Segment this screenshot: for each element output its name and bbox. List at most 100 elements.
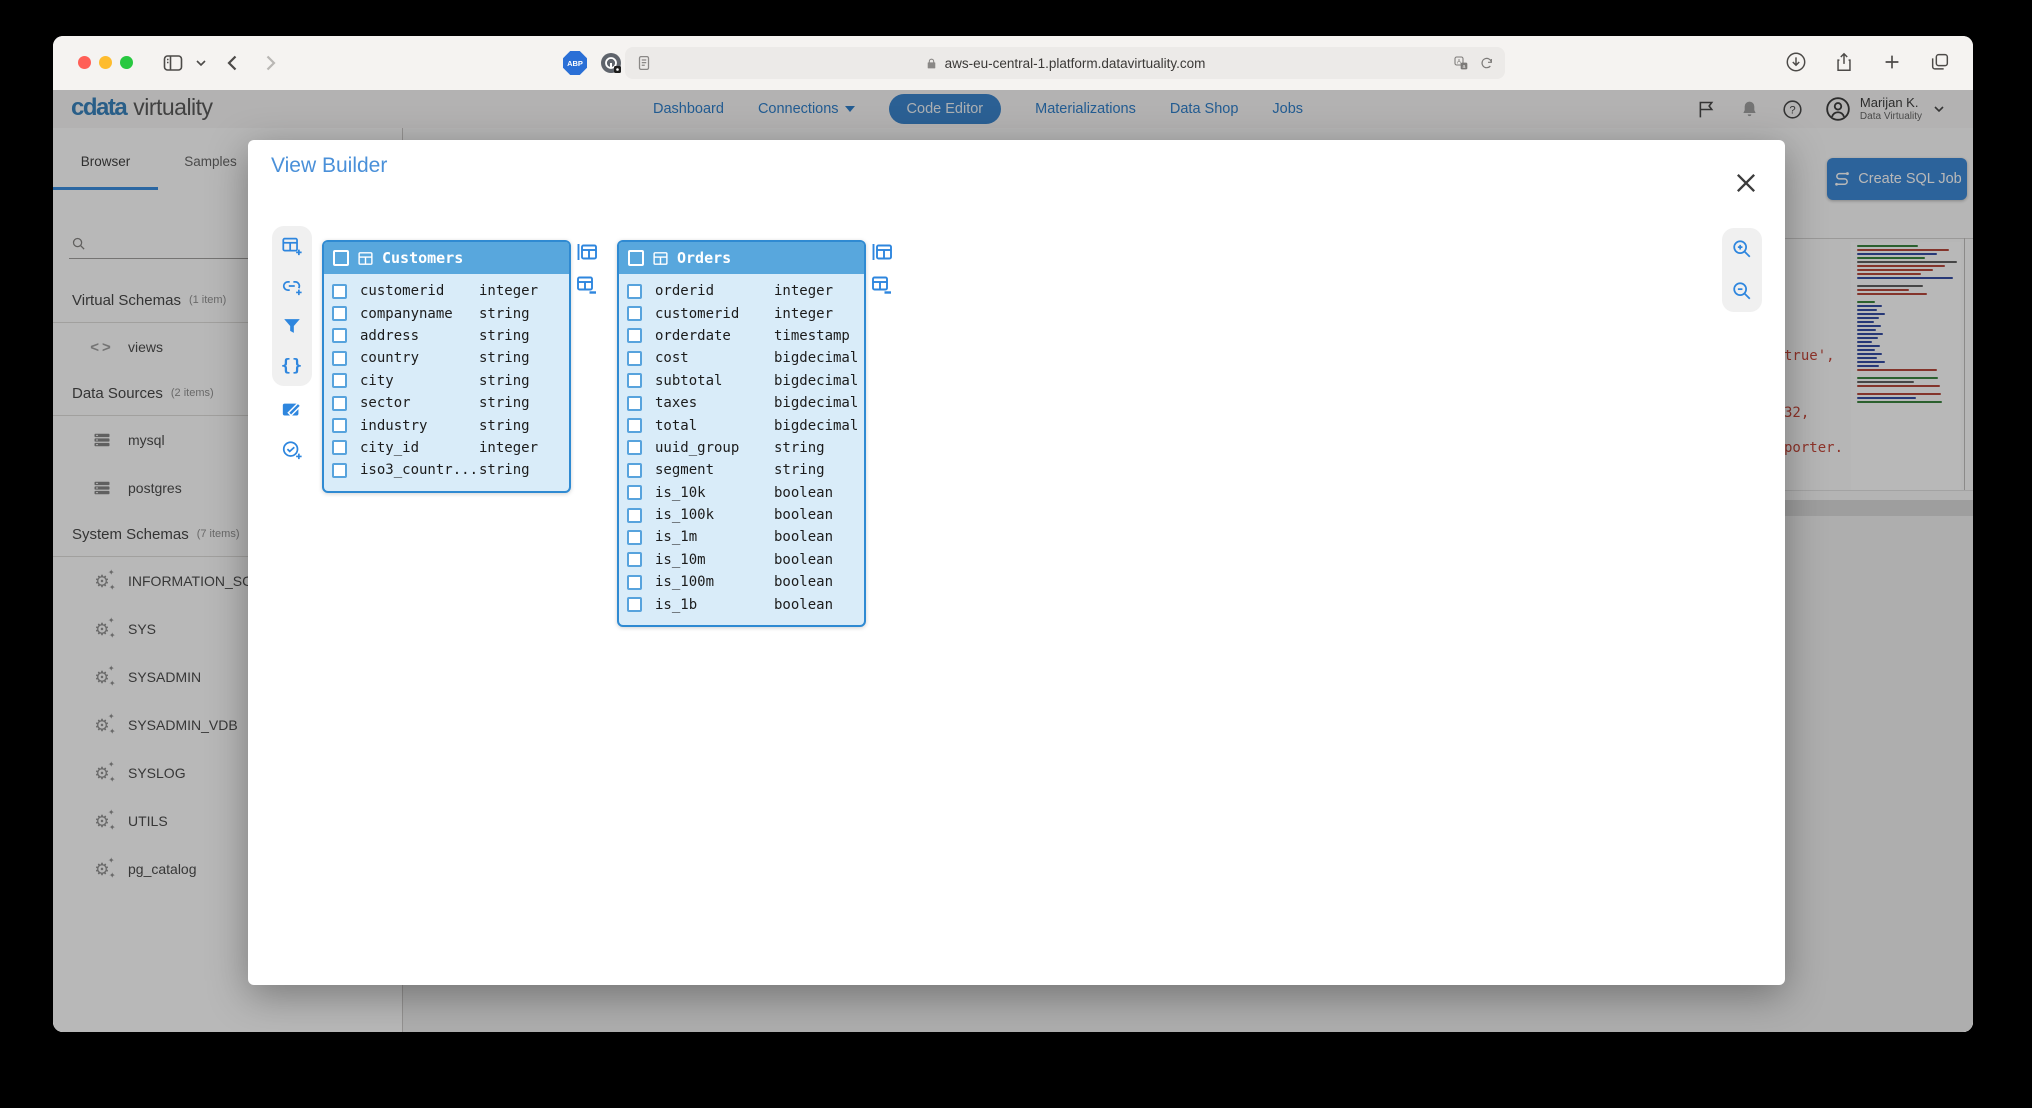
column-checkbox[interactable] [332, 351, 347, 366]
column-type: timestamp [774, 328, 850, 344]
back-button[interactable] [221, 51, 245, 75]
tab-overview-icon[interactable] [1929, 51, 1951, 73]
select-all-checkbox[interactable] [333, 250, 349, 266]
close-icon[interactable] [1732, 169, 1760, 197]
table-card-customers: Customerscustomeridintegercompanynamestr… [322, 240, 571, 493]
table-card-columns: customeridintegercompanynamestringaddres… [324, 274, 569, 491]
column-checkbox[interactable] [627, 440, 642, 455]
column-checkbox[interactable] [627, 328, 642, 343]
column-row[interactable]: is_1m boolean [619, 526, 864, 548]
reload-icon[interactable] [1479, 55, 1495, 71]
column-checkbox[interactable] [332, 418, 347, 433]
column-checkbox[interactable] [627, 284, 642, 299]
column-row[interactable]: is_100kboolean [619, 504, 864, 526]
column-row[interactable]: is_10mboolean [619, 549, 864, 571]
column-checkbox[interactable] [627, 463, 642, 478]
preview-table-icon[interactable] [575, 240, 599, 264]
column-checkbox[interactable] [627, 351, 642, 366]
column-checkbox[interactable] [627, 373, 642, 388]
column-row[interactable]: citystring [324, 370, 569, 392]
column-type: string [479, 328, 530, 344]
edit-view-button[interactable] [280, 398, 304, 422]
column-name: is_10m [655, 552, 706, 568]
column-row[interactable]: iso3_countr...string [324, 459, 569, 481]
column-type: boolean [774, 597, 833, 613]
column-checkbox[interactable] [332, 284, 347, 299]
column-type: string [479, 306, 530, 322]
column-row[interactable]: uuid_groupstring [619, 437, 864, 459]
table-card-header[interactable]: Orders [619, 242, 864, 274]
share-icon[interactable] [1833, 51, 1855, 73]
column-row[interactable]: taxesbigdecimal [619, 392, 864, 414]
column-type: string [774, 462, 825, 478]
column-type: string [479, 373, 530, 389]
column-row[interactable]: countrystring [324, 347, 569, 369]
column-row[interactable]: sectorstring [324, 392, 569, 414]
close-window-button[interactable] [78, 56, 91, 69]
reader-icon[interactable] [635, 54, 653, 72]
column-checkbox[interactable] [332, 373, 347, 388]
column-type: boolean [774, 529, 833, 545]
column-row[interactable]: is_100mboolean [619, 571, 864, 593]
column-row[interactable]: orderdatetimestamp [619, 325, 864, 347]
column-checkbox[interactable] [627, 306, 642, 321]
downloads-icon[interactable] [1785, 51, 1807, 73]
minimize-window-button[interactable] [99, 56, 112, 69]
app-viewport: cdata virtuality DashboardConnectionsCod… [53, 90, 1973, 1032]
translate-icon[interactable]: Aa [1453, 55, 1469, 71]
filter-button[interactable] [280, 314, 304, 338]
chevron-down-icon[interactable] [193, 55, 209, 71]
preview-table-icon[interactable] [870, 240, 894, 264]
column-checkbox[interactable] [332, 328, 347, 343]
adblock-extension-icon[interactable]: ABP [563, 51, 587, 75]
zoom-window-button[interactable] [120, 56, 133, 69]
column-row[interactable]: totalbigdecimal [619, 414, 864, 436]
zoom-out-icon[interactable] [1730, 279, 1754, 303]
add-table-button[interactable] [280, 234, 304, 258]
column-row[interactable]: segmentstring [619, 459, 864, 481]
url-text: aws-eu-central-1.platform.datavirtuality… [945, 56, 1206, 71]
column-name: city_id [360, 440, 419, 456]
column-row[interactable]: is_1bboolean [619, 593, 864, 615]
column-row[interactable]: addressstring [324, 325, 569, 347]
column-row[interactable]: orderidinteger [619, 280, 864, 302]
table-card[interactable]: Orders orderidintegercustomeridintegerord… [617, 240, 866, 627]
validate-add-button[interactable] [280, 438, 304, 462]
forward-button[interactable] [258, 51, 282, 75]
expression-button[interactable]: {} [280, 354, 304, 378]
address-bar[interactable]: aws-eu-central-1.platform.datavirtuality… [625, 47, 1505, 79]
edit-table-icon[interactable] [870, 273, 894, 297]
column-checkbox[interactable] [627, 508, 642, 523]
table-card-header[interactable]: Customers [324, 242, 569, 274]
column-checkbox[interactable] [627, 530, 642, 545]
column-row[interactable]: companynamestring [324, 302, 569, 324]
column-checkbox[interactable] [627, 485, 642, 500]
column-row[interactable]: customeridinteger [619, 302, 864, 324]
table-card[interactable]: Customerscustomeridintegercompanynamestr… [322, 240, 571, 493]
zoom-in-icon[interactable] [1730, 237, 1754, 261]
column-row[interactable]: costbigdecimal [619, 347, 864, 369]
column-checkbox[interactable] [627, 597, 642, 612]
column-checkbox[interactable] [332, 396, 347, 411]
column-row[interactable]: is_10kboolean [619, 482, 864, 504]
select-all-checkbox[interactable] [628, 250, 644, 266]
edit-table-icon[interactable] [575, 273, 599, 297]
password-manager-extension-icon[interactable] [599, 51, 623, 75]
column-checkbox[interactable] [627, 552, 642, 567]
sidebar-toggle-icon[interactable] [161, 51, 185, 75]
column-name: cost [655, 350, 689, 366]
column-name: is_1m [655, 529, 697, 545]
column-row[interactable]: subtotalbigdecimal [619, 370, 864, 392]
column-row[interactable]: industrystring [324, 414, 569, 436]
column-checkbox[interactable] [332, 463, 347, 478]
column-checkbox[interactable] [627, 575, 642, 590]
column-checkbox[interactable] [627, 418, 642, 433]
column-checkbox[interactable] [627, 396, 642, 411]
column-checkbox[interactable] [332, 440, 347, 455]
column-name: subtotal [655, 373, 722, 389]
new-tab-icon[interactable] [1881, 51, 1903, 73]
column-row[interactable]: customeridinteger [324, 280, 569, 302]
add-join-button[interactable] [280, 274, 304, 298]
column-row[interactable]: city_idinteger [324, 437, 569, 459]
column-checkbox[interactable] [332, 306, 347, 321]
